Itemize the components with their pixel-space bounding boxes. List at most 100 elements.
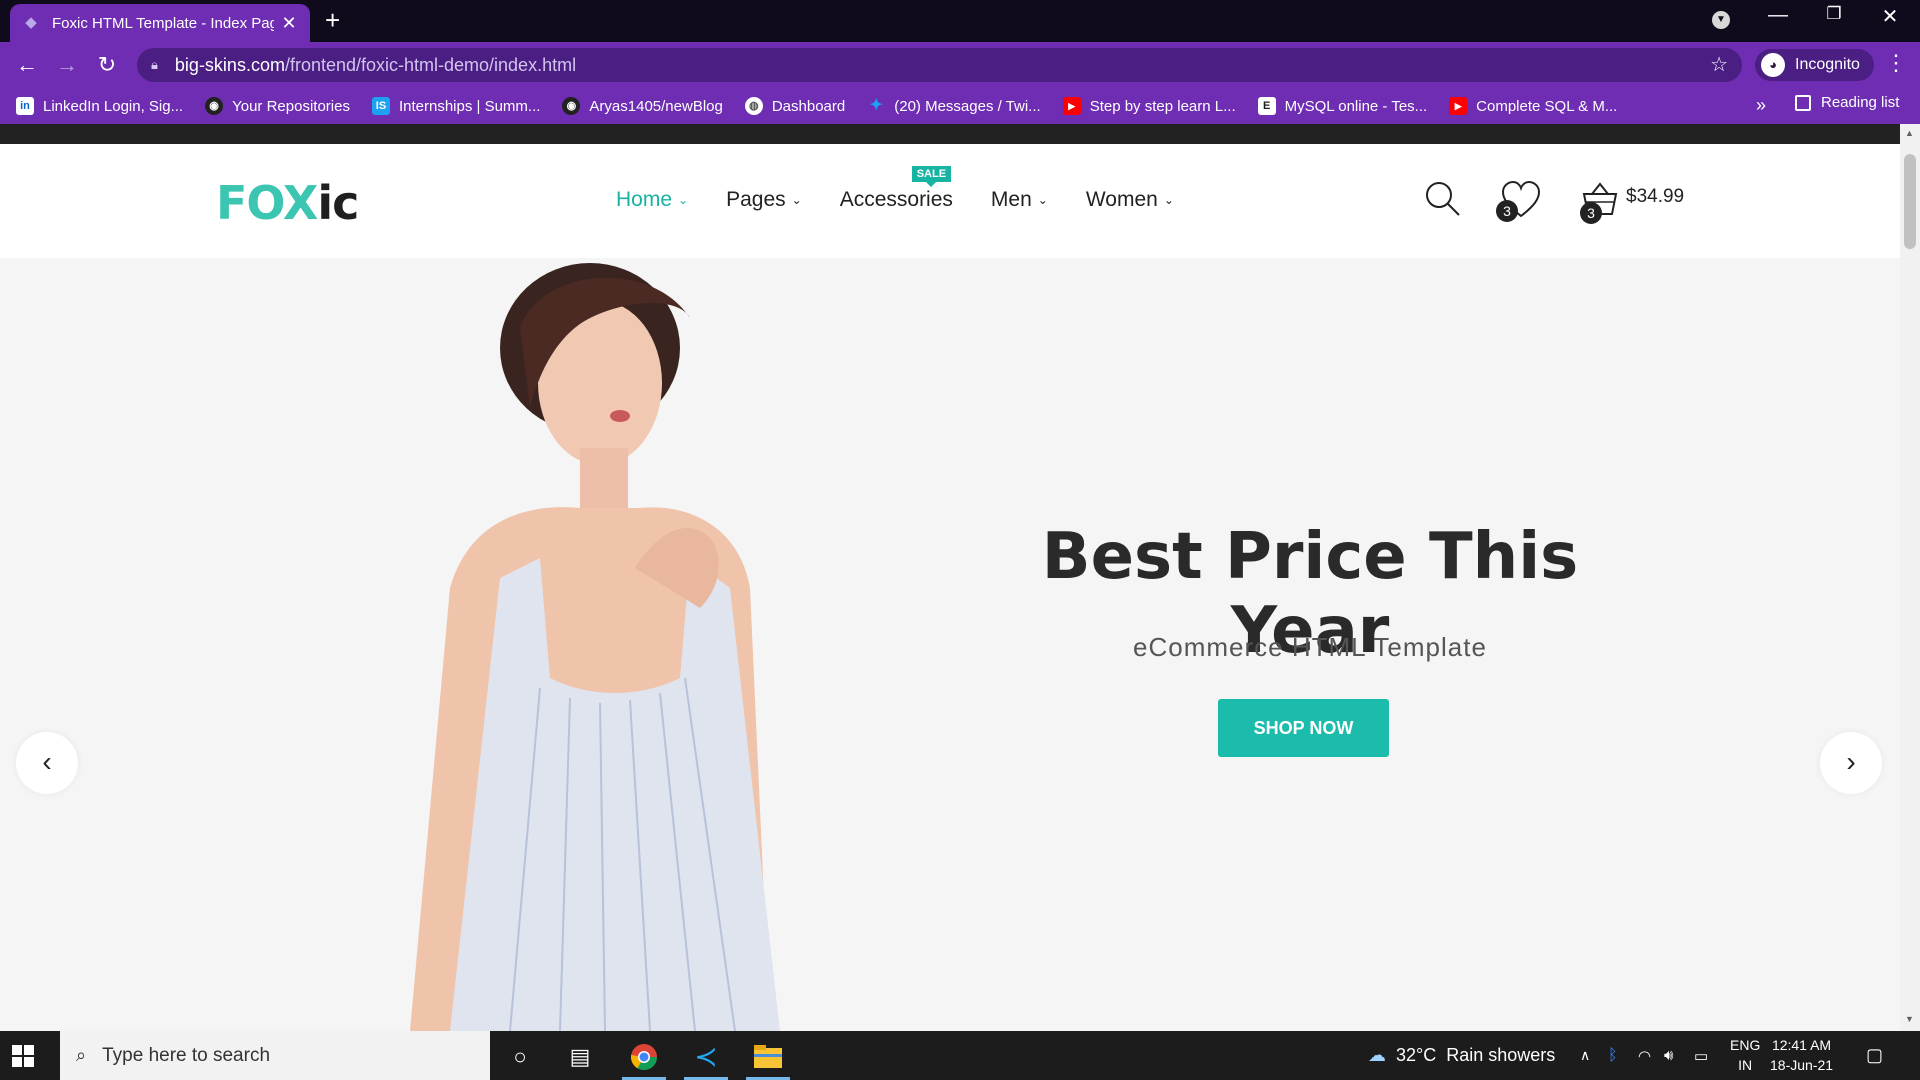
scroll-up-icon[interactable]: ▲ [1905, 128, 1914, 138]
clock-time: 12:41 AM [1771, 1037, 1832, 1053]
bookmark-item[interactable]: in LinkedIn Login, Sig... [16, 97, 183, 115]
browser-toolbar: ← → ↻ 🔒︎ big-skins.com /frontend/foxic-h… [0, 42, 1920, 88]
menu-item-women[interactable]: Women ⌄ [1086, 188, 1174, 212]
bookmark-label: Complete SQL & M... [1476, 97, 1618, 115]
wishlist-count-badge: 3 [1496, 200, 1518, 222]
more-bookmarks-icon[interactable]: » [1756, 95, 1766, 116]
menu-item-home[interactable]: Home ⌄ [616, 188, 688, 212]
cart-count-badge: 3 [1580, 202, 1602, 224]
bookmark-label: Internships | Summ... [398, 97, 541, 115]
back-icon[interactable]: ← [12, 50, 42, 80]
vscode-icon[interactable]: ≺ [682, 1039, 730, 1080]
top-bar-strip [0, 124, 1900, 144]
notification-center-icon[interactable]: ▢ [1866, 1031, 1883, 1080]
file-explorer-icon[interactable] [744, 1039, 792, 1080]
tab-search-icon[interactable]: ▼ [1712, 11, 1730, 29]
reading-list-icon [1795, 94, 1811, 111]
chrome-icon[interactable] [620, 1039, 668, 1080]
incognito-profile-button[interactable]: ◕ Incognito [1755, 49, 1874, 81]
bookmark-item[interactable]: IS Internships | Summ... [371, 97, 541, 115]
volume-icon[interactable]: 🔊︎ [1664, 1031, 1673, 1080]
menu-item-men[interactable]: Men ⌄ [991, 188, 1048, 212]
chevron-down-icon: ⌄ [678, 193, 689, 207]
lock-icon: 🔒︎ [151, 57, 158, 72]
slider-prev-arrow-icon[interactable]: ‹ [16, 732, 78, 794]
menu-item-accessories[interactable]: SALE Accessories [840, 166, 953, 212]
taskbar-search-placeholder: Type here to search [102, 1044, 271, 1066]
chevron-down-icon: ⌄ [1163, 193, 1174, 207]
chevron-down-icon: ⌄ [1037, 193, 1048, 207]
bookmark-label: (20) Messages / Twi... [894, 97, 1041, 115]
url-host: big-skins.com [174, 54, 285, 75]
site-logo[interactable]: FOXic [216, 176, 359, 230]
cortana-icon[interactable]: ○ [496, 1039, 544, 1075]
cart-button[interactable]: 3 [1580, 180, 1620, 225]
tab-close-icon[interactable]: ✕ [280, 13, 298, 34]
page-scrollbar[interactable]: ▲ ▼ [1900, 124, 1920, 1031]
reading-list-button[interactable]: Reading list [1795, 94, 1899, 111]
address-bar[interactable]: 🔒︎ big-skins.com /frontend/foxic-html-de… [137, 48, 1742, 82]
reload-icon[interactable]: ↻ [92, 50, 122, 80]
wifi-icon[interactable]: ◠ [1638, 1031, 1651, 1080]
bookmark-item[interactable]: ✦ (20) Messages / Twi... [867, 97, 1041, 115]
search-icon[interactable] [1424, 180, 1462, 223]
globe-icon: ◍ [744, 97, 763, 115]
weather-cloud-icon: ☁ [1368, 1045, 1386, 1065]
show-hidden-icons-icon[interactable]: ∧ [1580, 1031, 1590, 1080]
bookmark-label: Dashboard [771, 97, 846, 115]
slider-next-arrow-icon[interactable]: › [1820, 732, 1882, 794]
bookmark-star-icon[interactable]: ☆ [1710, 52, 1728, 77]
clock-date: 18-Jun-21 [1770, 1057, 1834, 1073]
screen: ◆ Foxic HTML Template - Index Pag ✕ + ▼ … [0, 0, 1920, 1080]
forward-icon[interactable]: → [52, 50, 82, 80]
logo-text-fox: FOX [216, 176, 318, 230]
bookmark-item[interactable]: ◉ Your Repositories [205, 97, 350, 115]
bluetooth-icon[interactable]: ᛒ [1608, 1031, 1618, 1080]
youtube-icon: ▶ [1449, 97, 1468, 115]
browser-tab[interactable]: ◆ Foxic HTML Template - Index Pag ✕ [10, 4, 310, 42]
lang-code: ENG [1730, 1037, 1761, 1053]
weather-widget[interactable]: ☁ 32°C Rain showers [1368, 1031, 1555, 1080]
url-path: /frontend/foxic-html-demo/index.html [284, 54, 577, 75]
internshala-icon: IS [371, 97, 390, 115]
youtube-icon: ▶ [1062, 97, 1081, 115]
windows-taskbar: ⌕ Type here to search ○ ▤ ≺ ☁ 32°C Rain … [0, 1031, 1920, 1080]
bookmark-item[interactable]: ▶ Step by step learn L... [1062, 97, 1236, 115]
browser-menu-icon[interactable]: ⋮ [1885, 50, 1907, 76]
battery-icon[interactable]: ▭ [1694, 1031, 1708, 1080]
e-icon: E [1257, 97, 1276, 115]
window-close-icon[interactable]: ✕ [1870, 4, 1910, 29]
language-indicator[interactable]: ENG IN [1730, 1035, 1760, 1075]
chevron-down-icon: ⌄ [791, 193, 802, 207]
bookmark-item[interactable]: ◉ Aryas1405/newBlog [562, 97, 723, 115]
scroll-down-icon[interactable]: ▼ [1905, 1014, 1914, 1024]
task-view-icon[interactable]: ▤ [556, 1039, 604, 1075]
main-menu: Home ⌄ Pages ⌄ SALE Accessories Men ⌄ Wo… [616, 166, 1212, 212]
weather-text: 32°C Rain showers [1396, 1045, 1556, 1065]
tab-title: Foxic HTML Template - Index Pag [52, 14, 274, 32]
windows-start-icon[interactable] [12, 1045, 34, 1067]
lang-region: IN [1738, 1057, 1753, 1073]
wishlist-button[interactable]: 3 [1496, 180, 1542, 225]
menu-label: Home [616, 188, 673, 211]
linkedin-icon: in [16, 97, 34, 115]
menu-label: Men [990, 188, 1032, 211]
minimize-icon[interactable]: — [1758, 4, 1798, 27]
hero-subtitle: eCommerce HTML Template [1133, 632, 1487, 662]
bookmark-item[interactable]: ◍ Dashboard [744, 97, 846, 115]
sale-badge: SALE [911, 166, 952, 187]
twitter-icon: ✦ [869, 97, 883, 114]
bookmark-item[interactable]: E MySQL online - Tes... [1257, 97, 1427, 115]
reading-list-label: Reading list [1821, 94, 1900, 111]
shop-now-button[interactable]: SHOP NOW [1218, 699, 1389, 757]
menu-item-pages[interactable]: Pages ⌄ [726, 188, 802, 212]
taskbar-clock[interactable]: 12:41 AM 18-Jun-21 [1770, 1035, 1833, 1075]
hero-model-image [410, 263, 780, 1031]
taskbar-search-box[interactable]: ⌕ Type here to search [60, 1031, 490, 1080]
restore-icon[interactable]: ❐ [1814, 4, 1854, 24]
logo-text-ic: ic [317, 176, 359, 230]
bookmark-item[interactable]: ▶ Complete SQL & M... [1449, 97, 1617, 115]
scrollbar-thumb[interactable] [1904, 154, 1916, 249]
new-tab-icon[interactable]: + [325, 7, 340, 33]
cart-total[interactable]: $34.99 [1626, 186, 1684, 208]
